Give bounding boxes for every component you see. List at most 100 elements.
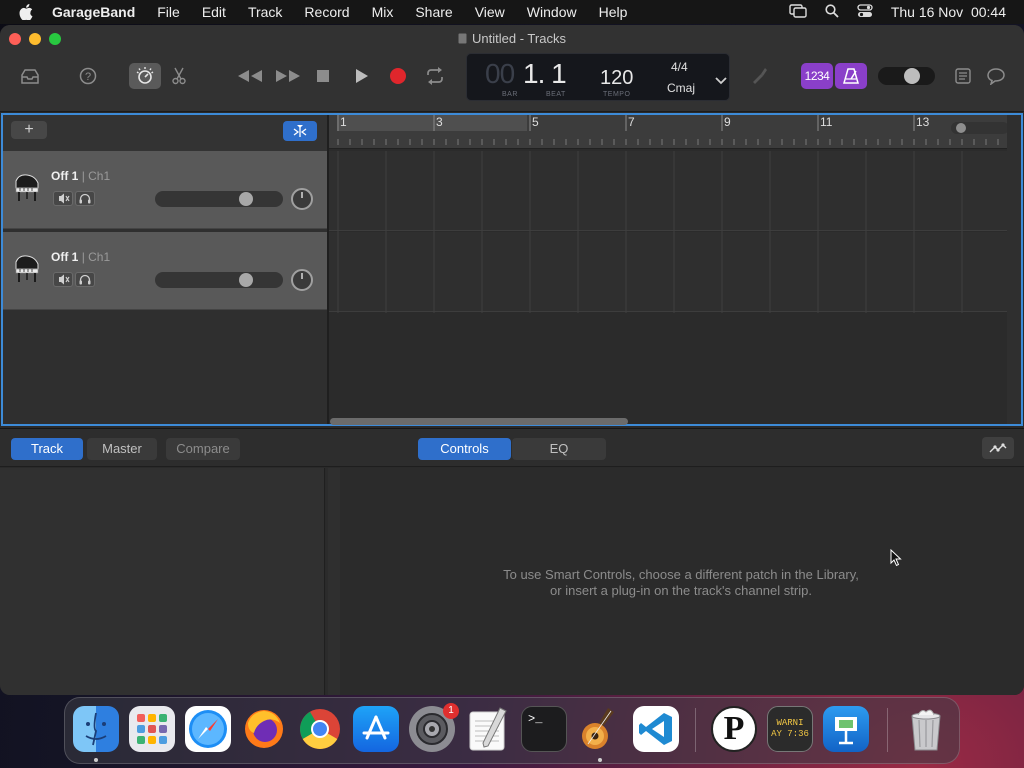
tuner-icon[interactable] xyxy=(749,66,769,86)
headphones-icon[interactable] xyxy=(75,191,95,206)
track-volume-slider[interactable] xyxy=(155,272,283,288)
lcd-time-signature[interactable]: 4/4 xyxy=(671,60,688,74)
app-store-icon[interactable] xyxy=(353,706,399,752)
track-volume-knob[interactable] xyxy=(239,192,253,206)
loops-icon[interactable] xyxy=(985,66,1007,86)
mute-icon[interactable] xyxy=(53,191,73,206)
menu-help[interactable]: Help xyxy=(599,4,628,20)
track-header-2[interactable]: Off 1 | Ch1 xyxy=(3,232,327,310)
tab-compare[interactable]: Compare xyxy=(166,438,240,460)
ruler[interactable]: 1 3 5 7 9 11 13 xyxy=(329,115,1007,149)
menu-clock[interactable]: Thu 16 Nov 00:44 xyxy=(891,4,1006,20)
count-in-button[interactable]: 1234 xyxy=(801,63,833,89)
pan-knob[interactable] xyxy=(291,269,313,291)
smart-controls-inspector-icon[interactable] xyxy=(982,437,1014,459)
hint-line-1: To use Smart Controls, choose a differen… xyxy=(503,567,859,582)
terminal-icon[interactable]: >_ xyxy=(521,706,567,752)
tracks-area: + Off 1 | Ch1 Off 1 | Ch1 1 3 5 7 9 11 1… xyxy=(1,113,1023,426)
menu-mix[interactable]: Mix xyxy=(372,4,394,20)
settings-badge: 1 xyxy=(443,703,459,719)
screen-mirroring-icon[interactable] xyxy=(789,3,807,21)
notepad-icon[interactable] xyxy=(953,66,973,86)
stop-icon[interactable] xyxy=(314,68,332,84)
pan-knob[interactable] xyxy=(291,188,313,210)
textedit-icon[interactable] xyxy=(465,706,511,752)
smart-controls-hint: To use Smart Controls, choose a differen… xyxy=(340,567,1022,599)
menu-share[interactable]: Share xyxy=(415,4,452,20)
control-bar: ? 00 1. 1 BAR BEAT 120 TEMPO 4/4 Cmaj 12… xyxy=(0,53,1024,112)
track-name: Off 1 | Ch1 xyxy=(51,169,110,183)
menu-edit[interactable]: Edit xyxy=(202,4,226,20)
panel-divider xyxy=(328,468,340,695)
keynote-icon[interactable] xyxy=(823,706,869,752)
menu-garageband[interactable]: GarageBand xyxy=(52,4,135,20)
lcd-display[interactable]: 00 1. 1 BAR BEAT 120 TEMPO 4/4 Cmaj xyxy=(466,53,730,101)
menu-window[interactable]: Window xyxy=(527,4,577,20)
record-icon[interactable] xyxy=(388,66,408,86)
menu-record[interactable]: Record xyxy=(304,4,349,20)
vscode-icon[interactable] xyxy=(633,706,679,752)
headphones-icon[interactable] xyxy=(75,272,95,287)
lcd-beat-label: BEAT xyxy=(546,91,566,98)
master-volume-knob[interactable] xyxy=(904,68,920,84)
finder-running-dot xyxy=(94,758,98,762)
svg-text:?: ? xyxy=(85,71,91,83)
control-center-icon[interactable] xyxy=(857,3,873,21)
track-channel-label: | Ch1 xyxy=(81,250,111,264)
library-icon[interactable] xyxy=(18,67,42,87)
apple-icon[interactable] xyxy=(19,4,33,20)
lcd-bar-label: BAR xyxy=(502,91,518,98)
lcd-tempo[interactable]: 120 xyxy=(600,67,633,90)
console-icon[interactable]: WARNI AY 7:36 xyxy=(767,706,813,752)
track-channel-label: | Ch1 xyxy=(81,169,111,183)
menu-track[interactable]: Track xyxy=(248,4,282,20)
tab-master[interactable]: Master xyxy=(87,438,157,460)
play-icon[interactable] xyxy=(352,67,372,85)
track-name-label: Off 1 xyxy=(51,250,79,264)
lcd-chevron-down-icon[interactable] xyxy=(715,72,727,90)
tab-track[interactable]: Track xyxy=(11,438,83,460)
safari-icon[interactable] xyxy=(185,706,231,752)
finder-icon[interactable] xyxy=(73,706,119,752)
smart-controls-icon[interactable] xyxy=(129,63,161,89)
launchpad-icon[interactable] xyxy=(129,706,175,752)
help-icon[interactable]: ? xyxy=(78,66,98,86)
hint-line-2: or insert a plug-in on the track's chann… xyxy=(550,583,812,598)
lcd-key[interactable]: Cmaj xyxy=(667,81,695,95)
menu-view[interactable]: View xyxy=(475,4,505,20)
grid-lines xyxy=(337,151,963,313)
rewind-icon[interactable] xyxy=(236,67,264,85)
track-volume-slider[interactable] xyxy=(155,191,283,207)
zoom-slider[interactable] xyxy=(951,122,1007,134)
add-track-button[interactable]: + xyxy=(11,121,47,139)
garageband-running-dot xyxy=(598,758,602,762)
lcd-bar-dim: 00 xyxy=(485,58,515,89)
dock-separator-2 xyxy=(887,708,888,752)
tab-eq[interactable]: EQ xyxy=(512,438,606,460)
garageband-icon[interactable] xyxy=(577,706,623,752)
search-icon[interactable] xyxy=(825,3,839,21)
mute-icon[interactable] xyxy=(53,272,73,287)
scissors-icon[interactable] xyxy=(170,66,188,86)
p-app-letter: P xyxy=(723,710,745,747)
horizontal-scrollbar[interactable] xyxy=(330,418,628,425)
tab-controls[interactable]: Controls xyxy=(418,438,511,460)
chrome-icon[interactable] xyxy=(297,706,343,752)
catch-playhead-icon[interactable] xyxy=(283,121,317,141)
dock: 1 >_ P WARNI AY 7:36 xyxy=(64,697,960,764)
cycle-icon[interactable] xyxy=(424,66,446,86)
track-header-1[interactable]: Off 1 | Ch1 xyxy=(3,151,327,229)
track-volume-knob[interactable] xyxy=(239,273,253,287)
trash-icon[interactable] xyxy=(903,706,949,752)
timeline[interactable]: 1 3 5 7 9 11 13 xyxy=(327,115,1007,424)
p-app-icon[interactable]: P xyxy=(711,706,757,752)
zoom-slider-knob[interactable] xyxy=(956,123,966,133)
firefox-icon[interactable] xyxy=(241,706,287,752)
fast-forward-icon[interactable] xyxy=(274,67,302,85)
metronome-icon[interactable] xyxy=(835,63,867,89)
smart-controls-pane: Track Master Compare Controls EQ To use … xyxy=(0,428,1024,695)
master-volume-slider[interactable] xyxy=(878,67,935,85)
dock-separator xyxy=(695,708,696,752)
menu-file[interactable]: File xyxy=(157,4,180,20)
track-name-label: Off 1 xyxy=(51,169,79,183)
